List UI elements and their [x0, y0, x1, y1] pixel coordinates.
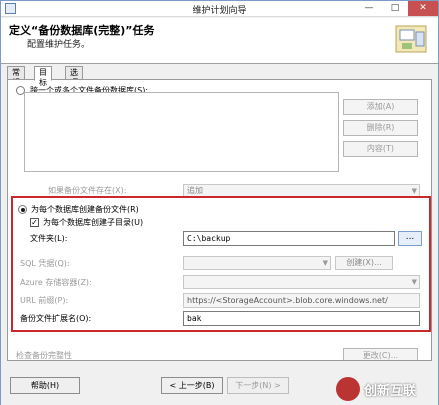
back-button[interactable]: < 上一步(B) [161, 377, 223, 394]
minimize-icon[interactable]: — [356, 1, 382, 16]
browse-button[interactable]: ... [398, 231, 422, 246]
backup-files-listbox[interactable] [24, 92, 339, 172]
per-db-radio[interactable] [18, 205, 27, 214]
create-credential-button[interactable]: 创建(X)... [335, 256, 393, 270]
verify-integrity-label: 检查备份完整性 [16, 351, 72, 360]
page-subtitle: 配置维护任务。 [27, 40, 91, 50]
watermark-logo-icon [336, 377, 360, 401]
tab-destination[interactable]: 目标 [34, 66, 52, 87]
wizard-graphic-icon [395, 25, 427, 53]
help-button[interactable]: 帮助(H) [10, 377, 80, 394]
wizard-footer: 帮助(H) < 上一步(B) 下一步(N) > 创新互联 [1, 365, 438, 405]
sql-credential-label: SQL 凭据(Q): [20, 259, 70, 268]
azure-container-label: Azure 存储容器(Z): [20, 278, 92, 287]
per-db-label: 为每个数据库创建备份文件(R) [31, 205, 139, 214]
chevron-down-icon: ▼ [411, 278, 417, 286]
subdir-label: 为每个数据库创建子目录(U) [43, 218, 144, 227]
maximize-icon[interactable]: □ [382, 1, 408, 16]
extension-label: 备份文件扩展名(O): [20, 314, 92, 323]
subdir-checkbox[interactable]: ✓ [30, 218, 39, 227]
title-bar: 维护计划向导 — □ ✕ [1, 1, 438, 17]
if-exists-label: 如果备份文件存在(X): [48, 186, 127, 195]
contents-button[interactable]: 内容(T) [343, 141, 418, 157]
destination-panel: 跨一个或多个文件备份数据库(S): 添加(A) 删除(R) 内容(T) 如果备份… [7, 79, 432, 361]
folder-input[interactable]: C:\backup [183, 231, 395, 246]
url-prefix-label: URL 前缀(P): [20, 296, 69, 305]
azure-container-combo[interactable]: ▼ [183, 275, 420, 289]
watermark-logo: 创新互联 [336, 375, 436, 403]
folder-label: 文件夹(L): [30, 234, 68, 243]
add-button[interactable]: 添加(A) [343, 99, 418, 115]
close-icon[interactable]: ✕ [408, 1, 438, 16]
tab-options[interactable]: 选项 [65, 66, 83, 87]
url-prefix-input[interactable]: https://<StorageAccount>.blob.core.windo… [183, 293, 420, 308]
wizard-window: 维护计划向导 — □ ✕ 定义“备份数据库(完整)”任务 配置维护任务。 常规 … [0, 0, 439, 405]
watermark-text: 创新互联 [364, 384, 417, 399]
tab-general[interactable]: 常规 [7, 66, 25, 87]
next-button[interactable]: 下一步(N) > [227, 377, 289, 394]
chevron-down-icon: ▼ [322, 259, 328, 267]
change-button[interactable]: 更改(C)... [343, 348, 418, 360]
extension-input[interactable]: bak [183, 311, 420, 326]
remove-button[interactable]: 删除(R) [343, 120, 418, 136]
sql-credential-combo[interactable]: ▼ [183, 256, 331, 270]
page-title: 定义“备份数据库(完整)”任务 [9, 24, 155, 37]
if-exists-value: 追加 [187, 186, 203, 195]
wizard-header: 定义“备份数据库(完整)”任务 配置维护任务。 [1, 18, 438, 64]
